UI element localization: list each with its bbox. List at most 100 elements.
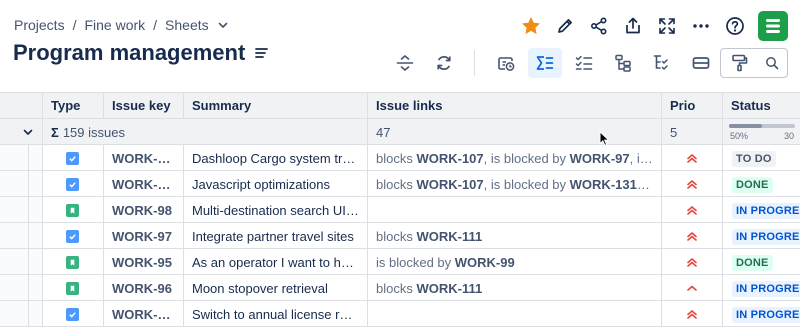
priority-cell[interactable] [662, 171, 723, 197]
collapse-toggle[interactable] [0, 119, 43, 145]
breadcrumb-sheets[interactable]: Sheets [165, 17, 209, 33]
story-icon [66, 204, 79, 217]
issue-key-cell[interactable]: WORK-100 [104, 171, 184, 197]
search-input[interactable] [720, 48, 788, 78]
priority-cell[interactable] [662, 223, 723, 249]
summary-cell[interactable]: As an operator I want to hav... [184, 249, 368, 275]
link-type-text: , is ... [629, 151, 661, 166]
issue-links-cell[interactable]: blocks WORK-107, is blocked by WORK-131,… [368, 171, 662, 197]
issue-links-cell[interactable]: blocks WORK-111 [368, 275, 662, 301]
status-cell[interactable]: TO DO [723, 145, 800, 171]
linked-issue-key[interactable]: WORK-107 [416, 151, 483, 166]
saved-views-button[interactable] [489, 48, 523, 78]
linked-issue-key[interactable]: WORK-99 [455, 255, 515, 270]
linked-issue-key[interactable]: WORK-97 [570, 151, 630, 166]
status-cell[interactable]: IN PROGRE [723, 275, 800, 301]
issue-key-cell[interactable]: WORK-96 [104, 275, 184, 301]
app-logo[interactable] [758, 11, 788, 41]
column-header-summary[interactable]: Summary [184, 93, 368, 119]
linked-issue-key[interactable]: WORK-107 [416, 177, 483, 192]
table-row[interactable]: WORK-98 Multi-destination search UI ... IN… [0, 197, 800, 223]
issue-key-cell[interactable]: WORK-111 [104, 145, 184, 171]
row-gutter[interactable] [0, 301, 43, 327]
column-header-issue-key[interactable]: Issue key [104, 93, 184, 119]
issue-links-cell[interactable] [368, 301, 662, 327]
filter-tree-button[interactable] [645, 48, 679, 78]
sum-toggle-button[interactable] [528, 48, 562, 78]
linked-issue-key[interactable]: WORK-131 [570, 177, 650, 192]
link-type-text: , is blocked by [483, 177, 570, 192]
summary-cell[interactable]: Multi-destination search UI ... [184, 197, 368, 223]
summary-count: Σ 159 issues [43, 119, 368, 145]
issue-links-cell[interactable]: blocks WORK-111 [368, 223, 662, 249]
status-cell[interactable]: IN PROGRE [723, 223, 800, 249]
issue-key-cell[interactable]: WORK-98 [104, 197, 184, 223]
priority-cell[interactable] [662, 197, 723, 223]
row-gutter[interactable] [0, 171, 43, 197]
card-view-button[interactable] [684, 48, 718, 78]
table-row[interactable]: WORK-95 As an operator I want to hav... is… [0, 249, 800, 275]
summary-cell[interactable]: Switch to annual license ren... [184, 301, 368, 327]
priority-cell[interactable] [662, 301, 723, 327]
breadcrumb-projects[interactable]: Projects [14, 17, 65, 33]
priority-high-icon [687, 310, 697, 319]
link-type-text: is blocked by [376, 255, 455, 270]
priority-cell[interactable] [662, 249, 723, 275]
summary-cell[interactable]: Dashloop Cargo system trac... [184, 145, 368, 171]
summary-cell[interactable]: Javascript optimizations [184, 171, 368, 197]
more-button[interactable] [684, 10, 718, 42]
issue-key-cell[interactable]: WORK-95 [104, 249, 184, 275]
type-cell [43, 223, 104, 249]
checklist-button[interactable] [567, 48, 601, 78]
export-button[interactable] [616, 10, 650, 42]
sigma-list-icon [536, 56, 554, 70]
issue-key-cell[interactable]: WORK-114 [104, 301, 184, 327]
table-row[interactable]: WORK-114 Switch to annual license ren... I… [0, 301, 800, 327]
filter-tree-icon [653, 55, 668, 70]
priority-cell[interactable] [662, 275, 723, 301]
menu-icon[interactable] [255, 46, 269, 60]
help-button[interactable] [718, 10, 752, 42]
summary-cell[interactable]: Integrate partner travel sites [184, 223, 368, 249]
row-gutter[interactable] [0, 275, 43, 301]
table-row[interactable]: WORK-97 Integrate partner travel sites blo… [0, 223, 800, 249]
column-header-status[interactable]: Status [723, 93, 800, 119]
row-height-button[interactable] [388, 48, 422, 78]
link-type-text: blocks [376, 229, 417, 244]
column-header-type[interactable]: Type [43, 93, 104, 119]
bookmark-icon [70, 207, 75, 214]
edit-button[interactable] [548, 10, 582, 42]
issue-links-cell[interactable]: is blocked by WORK-99 [368, 249, 662, 275]
summary-cell[interactable]: Moon stopover retrieval [184, 275, 368, 301]
fullscreen-button[interactable] [650, 10, 684, 42]
row-gutter[interactable] [0, 145, 43, 171]
issue-links-cell[interactable] [368, 197, 662, 223]
row-gutter[interactable] [0, 197, 43, 223]
share-button[interactable] [582, 10, 616, 42]
hierarchy-button[interactable] [606, 48, 640, 78]
table-row[interactable]: WORK-96 Moon stopover retrieval blocks WOR… [0, 275, 800, 301]
table-row[interactable]: WORK-111 Dashloop Cargo system trac... blo… [0, 145, 800, 171]
issue-links-cell[interactable]: blocks WORK-107, is blocked by WORK-97, … [368, 145, 662, 171]
page-title-text: Program management [13, 40, 246, 65]
table-row[interactable]: WORK-100 Javascript optimizations blocks W… [0, 171, 800, 197]
linked-issue-key[interactable]: WORK-111 [416, 229, 482, 244]
issue-key-cell[interactable]: WORK-97 [104, 223, 184, 249]
status-cell[interactable]: DONE [723, 249, 800, 275]
column-header-prio[interactable]: Prio [662, 93, 723, 119]
status-cell[interactable]: IN PROGRE [723, 301, 800, 327]
status-badge: DONE [732, 177, 773, 193]
row-gutter[interactable] [0, 249, 43, 275]
star-button[interactable] [514, 10, 548, 42]
refresh-button[interactable] [427, 48, 461, 78]
linked-issue-key[interactable]: WORK-111 [416, 281, 482, 296]
status-progress-track [729, 124, 795, 128]
priority-cell[interactable] [662, 145, 723, 171]
column-header-issue-links[interactable]: Issue links [368, 93, 662, 119]
chevron-down-icon[interactable] [217, 19, 229, 31]
status-cell[interactable]: DONE [723, 171, 800, 197]
status-cell[interactable]: IN PROGRE [723, 197, 800, 223]
task-icon [66, 152, 79, 165]
breadcrumb-fine-work[interactable]: Fine work [84, 17, 145, 33]
row-gutter[interactable] [0, 223, 43, 249]
